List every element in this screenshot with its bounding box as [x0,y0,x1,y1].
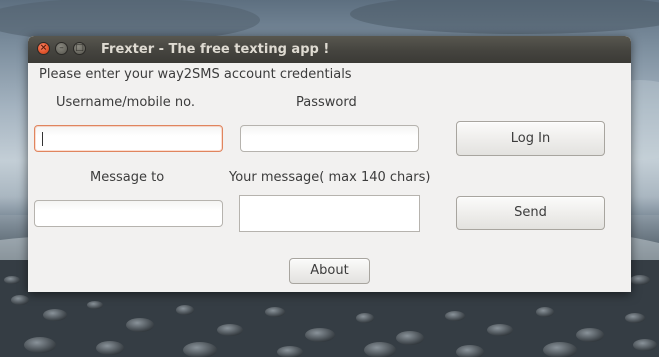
message-to-label: Message to [90,170,165,185]
username-label: Username/mobile no. [56,95,195,110]
username-field[interactable] [34,125,223,152]
maximize-window-button[interactable]: □ [73,42,86,55]
app-window: × – □ Frexter - The free texting app ! P… [28,36,631,292]
form-area: Please enter your way2SMS account creden… [28,63,631,292]
login-button[interactable]: Log In [456,121,605,156]
send-button[interactable]: Send [456,196,605,230]
title-bar[interactable]: × – □ Frexter - The free texting app ! [28,36,631,63]
window-title: Frexter - The free texting app ! [101,42,330,57]
password-label: Password [296,95,357,110]
message-textarea[interactable] [239,195,420,232]
about-button[interactable]: About [289,258,370,284]
maximize-icon: □ [75,43,84,53]
password-field[interactable] [240,125,419,152]
message-to-field[interactable] [34,200,223,227]
close-window-button[interactable]: × [37,42,50,55]
instructions-text: Please enter your way2SMS account creden… [39,67,352,82]
text-caret [42,132,43,146]
message-label: Your message( max 140 chars) [229,170,431,185]
minimize-icon: – [59,43,64,53]
minimize-window-button[interactable]: – [55,42,68,55]
close-icon: × [39,43,48,53]
